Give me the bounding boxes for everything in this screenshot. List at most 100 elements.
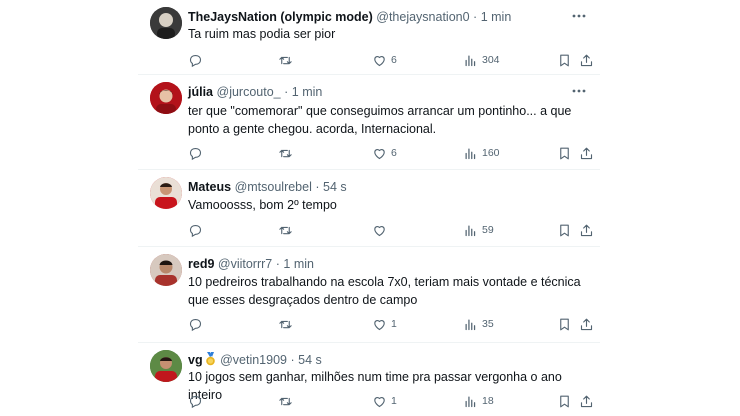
bookmark-icon (560, 54, 569, 66)
views-icon (465, 396, 476, 407)
tweet[interactable]: TheJaysNation (olympic mode) @thejaysnat… (138, 0, 600, 75)
timestamp[interactable]: 54 s (323, 180, 347, 194)
user-handle[interactable]: @mtsoulrebel (235, 180, 312, 194)
bookmark-icon (560, 147, 569, 159)
share-button[interactable] (579, 392, 594, 410)
like-button[interactable]: 1 (372, 392, 397, 410)
share-icon (580, 318, 593, 330)
reply-button[interactable] (188, 144, 203, 162)
tweet[interactable]: júlia @jurcouto_ · 1 min ter que "comemo… (138, 75, 600, 170)
avatar[interactable] (150, 82, 182, 114)
retweet-icon (279, 397, 292, 405)
tweet-text: 10 pedreiros trabalhando na escola 7x0, … (188, 275, 581, 307)
reply-button[interactable] (188, 221, 203, 239)
views-button[interactable]: 18 (463, 392, 494, 410)
retweet-button[interactable] (278, 51, 293, 69)
retweet-icon (279, 226, 292, 234)
like-button[interactable]: 6 (372, 51, 397, 69)
tweet-text: Ta ruim mas podia ser pior (188, 27, 336, 41)
bookmark-icon (560, 395, 569, 407)
views-icon (465, 148, 476, 159)
heart-icon (374, 319, 385, 330)
user-handle[interactable]: @thejaysnation0 (376, 10, 469, 24)
like-count: 1 (391, 318, 397, 330)
separator: · (284, 85, 289, 99)
retweet-button[interactable] (278, 144, 293, 162)
views-button[interactable]: 59 (463, 221, 494, 239)
bookmark-button[interactable] (557, 144, 572, 162)
avatar[interactable] (150, 177, 182, 209)
like-button[interactable]: 6 (372, 144, 397, 162)
tweet[interactable]: Mateus @mtsoulrebel · 54 s Vamooosss, bo… (138, 170, 600, 247)
view-count: 35 (482, 318, 494, 330)
user-handle[interactable]: @jurcouto_ (217, 85, 281, 99)
reply-button[interactable] (188, 51, 203, 69)
like-button[interactable] (372, 221, 391, 239)
display-name[interactable]: vg (188, 353, 203, 367)
share-icon (580, 224, 593, 236)
views-button[interactable]: 35 (463, 315, 494, 333)
more-options-icon[interactable] (570, 83, 588, 99)
reply-icon (189, 147, 202, 160)
retweet-icon (279, 320, 292, 328)
avatar[interactable] (150, 7, 182, 39)
like-count: 6 (391, 147, 397, 159)
timestamp[interactable]: 54 s (298, 353, 322, 367)
avatar[interactable] (150, 350, 182, 382)
display-name[interactable]: júlia (188, 85, 213, 99)
views-icon (465, 225, 476, 236)
user-handle[interactable]: @viitorrr7 (218, 257, 272, 271)
tweet-actions: 6 304 (188, 51, 594, 69)
like-count: 6 (391, 54, 397, 66)
bookmark-button[interactable] (557, 51, 572, 69)
bookmark-button[interactable] (557, 221, 572, 239)
retweet-button[interactable] (278, 392, 293, 410)
tweet-actions: 1 35 (188, 315, 594, 333)
views-button[interactable]: 160 (463, 144, 500, 162)
bookmark-icon (560, 318, 569, 330)
user-handle[interactable]: @vetin1909 (220, 353, 287, 367)
share-button[interactable] (579, 221, 594, 239)
reply-icon (189, 54, 202, 67)
tweet-header: red9 @viitorrr7 · 1 min (188, 256, 314, 272)
views-button[interactable]: 304 (463, 51, 500, 69)
avatar[interactable] (150, 254, 182, 286)
share-button[interactable] (579, 315, 594, 333)
tweet[interactable]: vg @vetin1909 · 54 s 10 jogos sem ganhar… (138, 343, 600, 416)
tweet-header: Mateus @mtsoulrebel · 54 s (188, 179, 347, 195)
display-name[interactable]: Mateus (188, 180, 231, 194)
like-button[interactable]: 1 (372, 315, 397, 333)
separator: · (473, 10, 478, 24)
reply-button[interactable] (188, 392, 203, 410)
tweet-actions: 59 (188, 221, 594, 239)
share-button[interactable] (579, 144, 594, 162)
reply-icon (189, 224, 202, 237)
timestamp[interactable]: 1 min (481, 10, 512, 24)
heart-icon (374, 396, 385, 407)
retweet-icon (279, 149, 292, 157)
view-count: 18 (482, 395, 494, 407)
tweet-actions: 1 18 (188, 392, 594, 410)
retweet-button[interactable] (278, 315, 293, 333)
more-options-icon[interactable] (570, 8, 588, 24)
reply-button[interactable] (188, 315, 203, 333)
timestamp[interactable]: 1 min (283, 257, 314, 271)
retweet-button[interactable] (278, 221, 293, 239)
views-icon (465, 55, 476, 66)
bookmark-button[interactable] (557, 392, 572, 410)
share-icon (580, 395, 593, 407)
medal-icon (204, 352, 217, 366)
display-name[interactable]: TheJaysNation (olympic mode) (188, 10, 373, 24)
timestamp[interactable]: 1 min (292, 85, 323, 99)
tweet[interactable]: red9 @viitorrr7 · 1 min 10 pedreiros tra… (138, 247, 600, 343)
share-button[interactable] (579, 51, 594, 69)
view-count: 304 (482, 54, 500, 66)
bookmark-button[interactable] (557, 315, 572, 333)
tweet-header: júlia @jurcouto_ · 1 min (188, 84, 322, 100)
views-icon (465, 319, 476, 330)
tweet-actions: 6 160 (188, 144, 594, 162)
bookmark-icon (560, 224, 569, 236)
display-name[interactable]: red9 (188, 257, 214, 271)
heart-icon (374, 55, 385, 66)
retweet-icon (279, 56, 292, 64)
